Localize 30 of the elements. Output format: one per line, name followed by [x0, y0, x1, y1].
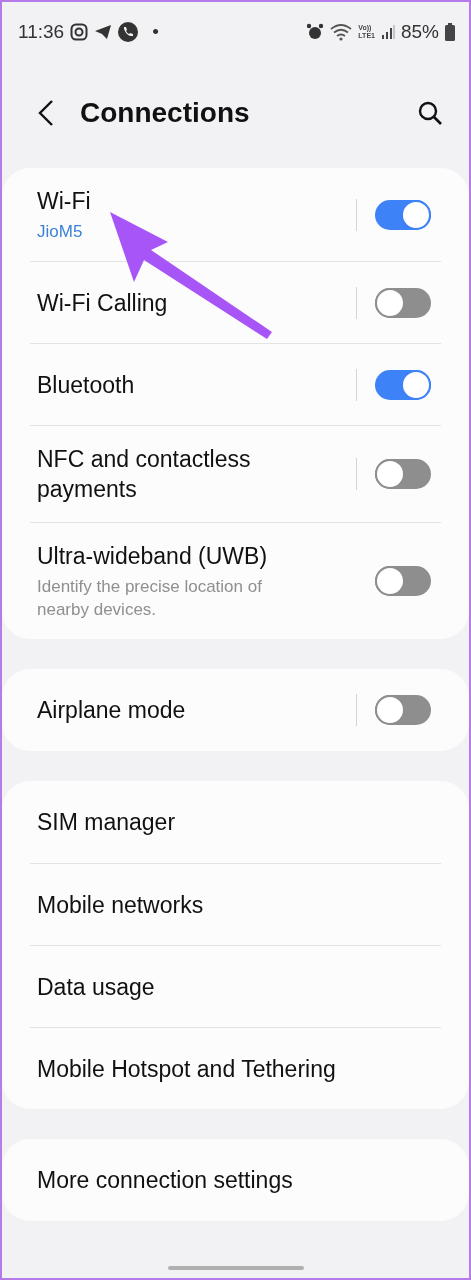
- toggle-switch[interactable]: [375, 287, 431, 318]
- setting-title[interactable]: Mobile Hotspot and Tethering: [37, 1053, 437, 1084]
- wifi-icon: [330, 23, 353, 41]
- setting-title[interactable]: More connection settings: [37, 1165, 437, 1195]
- setting-title[interactable]: Bluetooth: [37, 369, 307, 400]
- signal-icon: [380, 24, 395, 40]
- setting-title[interactable]: Ultra-wideband (UWB): [37, 541, 307, 571]
- setting-title[interactable]: Data usage: [37, 971, 437, 1002]
- phone-icon: [118, 22, 139, 42]
- setting-title[interactable]: SIM manager: [37, 807, 437, 837]
- toggle-switch[interactable]: [375, 695, 431, 725]
- page-title: Connections: [80, 97, 251, 129]
- camera-app-icon: [70, 23, 89, 41]
- setting-title[interactable]: Airplane mode: [37, 695, 307, 725]
- setting-title[interactable]: Mobile networks: [37, 889, 437, 920]
- setting-title[interactable]: NFC and contactless payments: [37, 444, 307, 504]
- setting-title[interactable]: Wi-Fi Calling: [37, 287, 307, 318]
- paper-plane-icon: [94, 24, 113, 40]
- battery-icon: [445, 23, 455, 41]
- toggle-switch[interactable]: [375, 459, 431, 489]
- toggle-switch[interactable]: [375, 199, 431, 230]
- toggle-switch[interactable]: [375, 566, 431, 596]
- setting-description: Identify the precise location of nearby devices.: [37, 576, 263, 621]
- notification-dot: •: [152, 21, 159, 43]
- toggle-switch[interactable]: [375, 369, 431, 400]
- battery-percent: 85%: [400, 21, 439, 43]
- setting-title[interactable]: Wi-Fi: [37, 186, 307, 216]
- status-time: 11:36: [18, 21, 65, 43]
- network-name: JioM5: [37, 221, 84, 243]
- alarm-icon: [306, 23, 325, 41]
